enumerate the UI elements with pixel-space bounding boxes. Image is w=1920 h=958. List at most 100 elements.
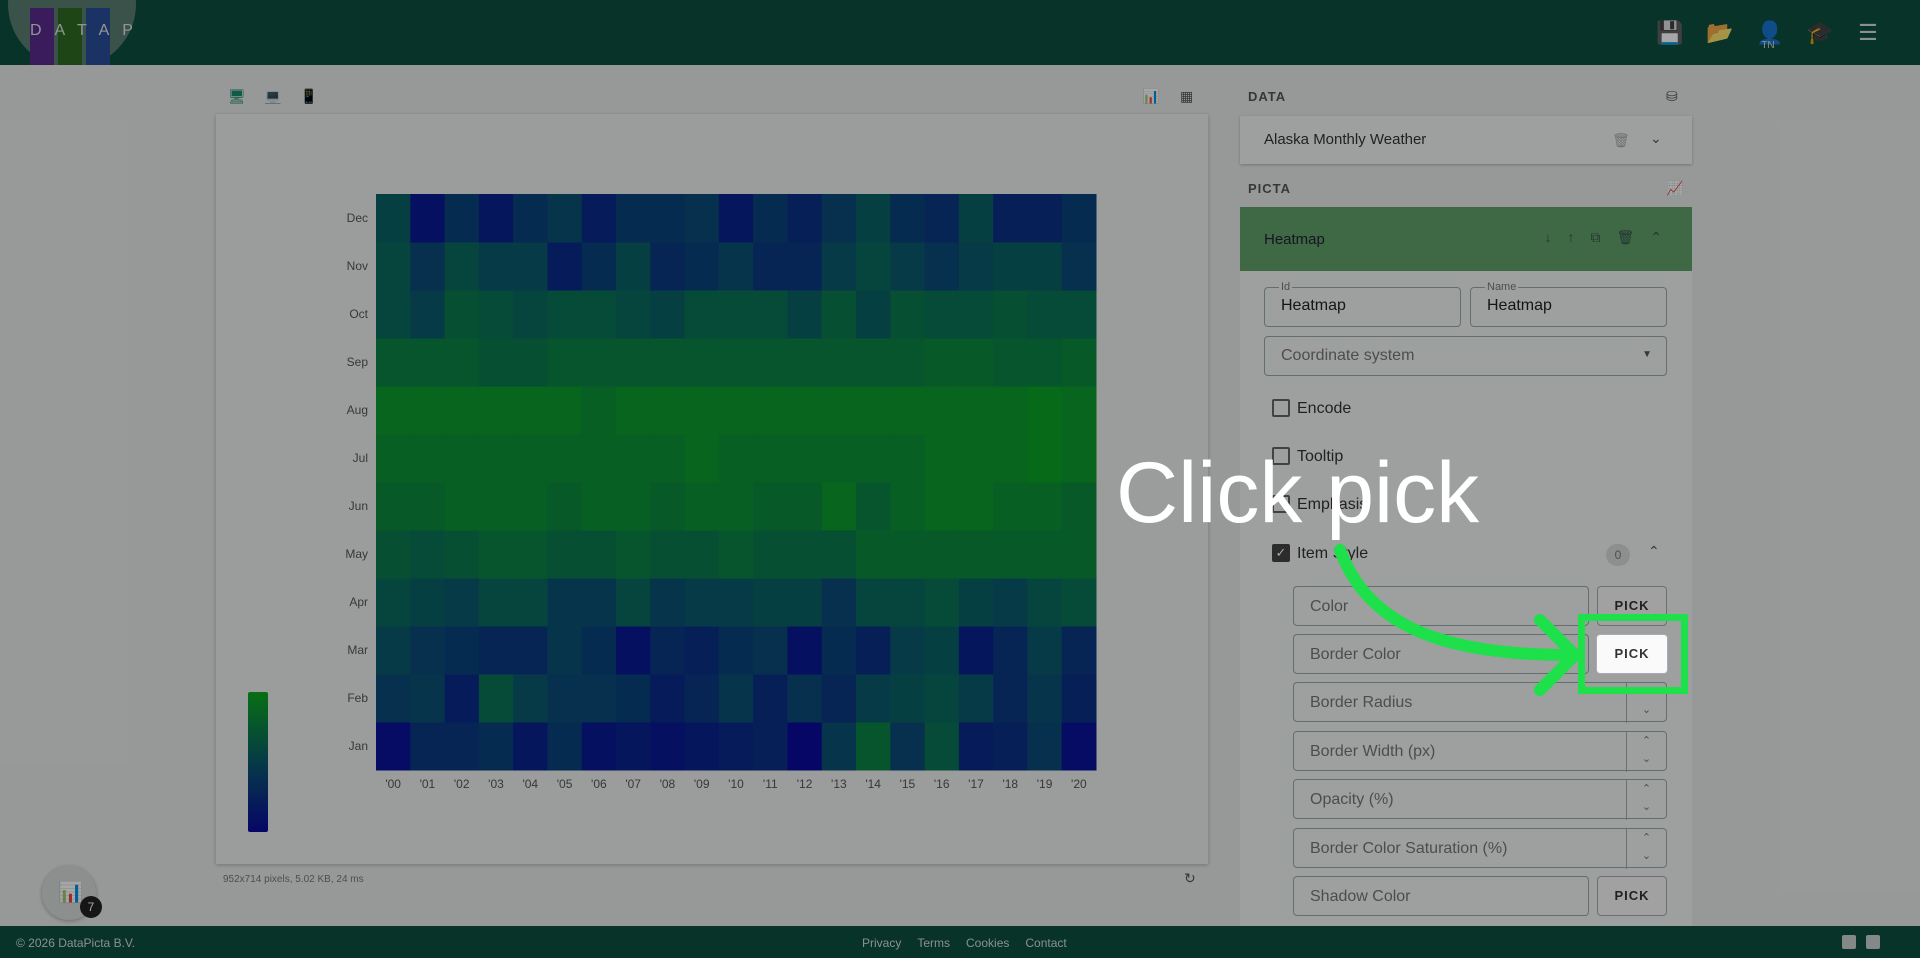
heatmap-cell (718, 530, 754, 579)
heatmap-cell (684, 242, 720, 291)
phone-icon[interactable]: 📱 (300, 88, 317, 105)
arrow-down-icon[interactable]: ↓ (1544, 229, 1551, 246)
border-color-pick-button[interactable]: PICK (1596, 634, 1668, 674)
footer-link-contact[interactable]: Contact (1025, 936, 1066, 950)
datapicta-logo[interactable]: DATAPICTA (8, 0, 136, 65)
heatmap-cell (547, 434, 583, 483)
y-tick-label: Aug (347, 403, 368, 417)
x-tick-label: '13 (831, 777, 847, 791)
footer-link-cookies[interactable]: Cookies (966, 936, 1009, 950)
footer-link-privacy[interactable]: Privacy (862, 936, 901, 950)
heatmap-cell (890, 194, 926, 243)
arrow-up-icon[interactable]: ↑ (1567, 229, 1574, 246)
chart-icon[interactable]: 📊 (1142, 88, 1159, 105)
school-icon[interactable]: 🎓 (1806, 20, 1833, 46)
desktop-icon[interactable]: 🖥 (228, 88, 246, 105)
youtube-icon[interactable] (1842, 935, 1856, 949)
heatmap-cell (444, 194, 480, 243)
heatmap-cell (684, 194, 720, 243)
heatmap-cell (684, 482, 720, 531)
folder-open-icon[interactable]: 📂 (1706, 20, 1733, 46)
laptop-icon[interactable]: 💻 (264, 88, 281, 105)
heatmap-cell (684, 578, 720, 627)
encode-label: Encode (1297, 400, 1352, 417)
heatmap-cell (890, 242, 926, 291)
line-chart-icon[interactable]: 📈 (1666, 180, 1683, 197)
heatmap-cell (993, 194, 1028, 243)
heatmap-cell (547, 626, 583, 675)
heatmap-cell (1061, 674, 1097, 723)
heatmap-cell (444, 290, 480, 339)
heatmap-cell (890, 338, 926, 387)
x-tick-label: '08 (660, 777, 676, 791)
save-icon[interactable]: 💾 (1656, 20, 1683, 46)
heatmap-cell (444, 338, 480, 387)
heatmap-component-header[interactable]: Heatmap ↓ ↑ ⧉ 🗑 ⌃ (1240, 207, 1692, 271)
item-style-count-badge: 0 (1606, 544, 1630, 566)
heatmap-cell (376, 482, 411, 531)
duplicate-icon[interactable]: ⧉ (1590, 229, 1600, 246)
heatmap-cell (787, 338, 823, 387)
chevron-up-icon[interactable]: ⌃ (1650, 229, 1662, 246)
heatmap-cell (753, 434, 788, 483)
coordinate-system-select[interactable]: Coordinate system ▼ (1264, 336, 1667, 376)
heatmap-cell (1061, 194, 1097, 243)
heatmap-cell (787, 578, 823, 627)
heatmap-cell (787, 194, 823, 243)
heatmap-cell (650, 242, 686, 291)
opacity-field[interactable]: Opacity (%) ⌃ ⌄ (1293, 779, 1667, 820)
border-width-stepper[interactable]: ⌃ ⌄ (1626, 732, 1666, 772)
database-icon[interactable]: ⛁ (1666, 88, 1678, 105)
heatmap-cell (821, 530, 857, 579)
menu-icon[interactable]: ☰ (1856, 20, 1880, 46)
heatmap-cell (684, 722, 720, 771)
name-label: Name (1485, 281, 1519, 293)
y-tick-label: Oct (349, 307, 368, 321)
heatmap-cell (753, 386, 788, 435)
delete-icon[interactable]: 🗑 (1616, 229, 1634, 246)
reload-icon[interactable]: ↻ (1184, 870, 1196, 887)
shadow-color-field[interactable]: Shadow Color (1293, 876, 1589, 916)
shadow-color-pick-button[interactable]: PICK (1597, 876, 1667, 916)
heatmap-cell (410, 194, 446, 243)
heatmap-cell (684, 626, 720, 675)
heatmap-cell (1061, 242, 1097, 291)
heatmap-cell (444, 578, 480, 627)
chevron-down-icon[interactable]: ⌄ (1650, 130, 1662, 147)
heatmap-cell (650, 674, 686, 723)
visual-map-legend[interactable] (248, 692, 268, 832)
heatmap-cell (1027, 386, 1063, 435)
x-tick-label: '18 (1002, 777, 1018, 791)
heatmap-cell (856, 194, 891, 243)
heatmap-cell (856, 530, 891, 579)
linkedin-icon[interactable] (1866, 935, 1880, 949)
heatmap-cell (547, 194, 583, 243)
heatmap-cell (787, 626, 823, 675)
heatmap-cell (821, 626, 857, 675)
heatmap-cell (616, 722, 651, 771)
opacity-stepper[interactable]: ⌃ ⌄ (1626, 780, 1666, 820)
footer-link-terms[interactable]: Terms (917, 936, 950, 950)
delete-icon[interactable]: 🗑 (1612, 132, 1630, 149)
heatmap-cell (1027, 290, 1063, 339)
picta-section-title: PICTA (1248, 181, 1292, 196)
chevron-up-icon[interactable]: ⌃ (1648, 543, 1660, 560)
dropdown-arrow-icon: ▼ (1642, 349, 1652, 360)
heatmap-cell (1061, 626, 1097, 675)
heatmap-cell (1027, 242, 1063, 291)
table-icon[interactable]: ▦ (1180, 88, 1193, 105)
name-field[interactable]: Name Heatmap (1470, 281, 1667, 327)
border-color-saturation-stepper[interactable]: ⌃ ⌄ (1626, 829, 1666, 869)
border-width-field[interactable]: Border Width (px) ⌃ ⌄ (1293, 731, 1667, 772)
user-icon[interactable]: 👤 TN (1756, 20, 1783, 51)
heatmap-cell (513, 386, 548, 435)
encode-checkbox[interactable] (1272, 399, 1290, 417)
footer: © 2026 DataPicta B.V. Privacy Terms Cook… (0, 926, 1920, 958)
bar-chart-icon: 📊 (58, 882, 83, 904)
heatmap-cell (787, 242, 823, 291)
heatmap-cell (513, 194, 548, 243)
id-field[interactable]: Id Heatmap (1264, 281, 1461, 327)
border-color-saturation-field[interactable]: Border Color Saturation (%) ⌃ ⌄ (1293, 828, 1667, 869)
heatmap-cell (684, 338, 720, 387)
item-style-checkbox[interactable]: ✓ (1272, 544, 1290, 562)
